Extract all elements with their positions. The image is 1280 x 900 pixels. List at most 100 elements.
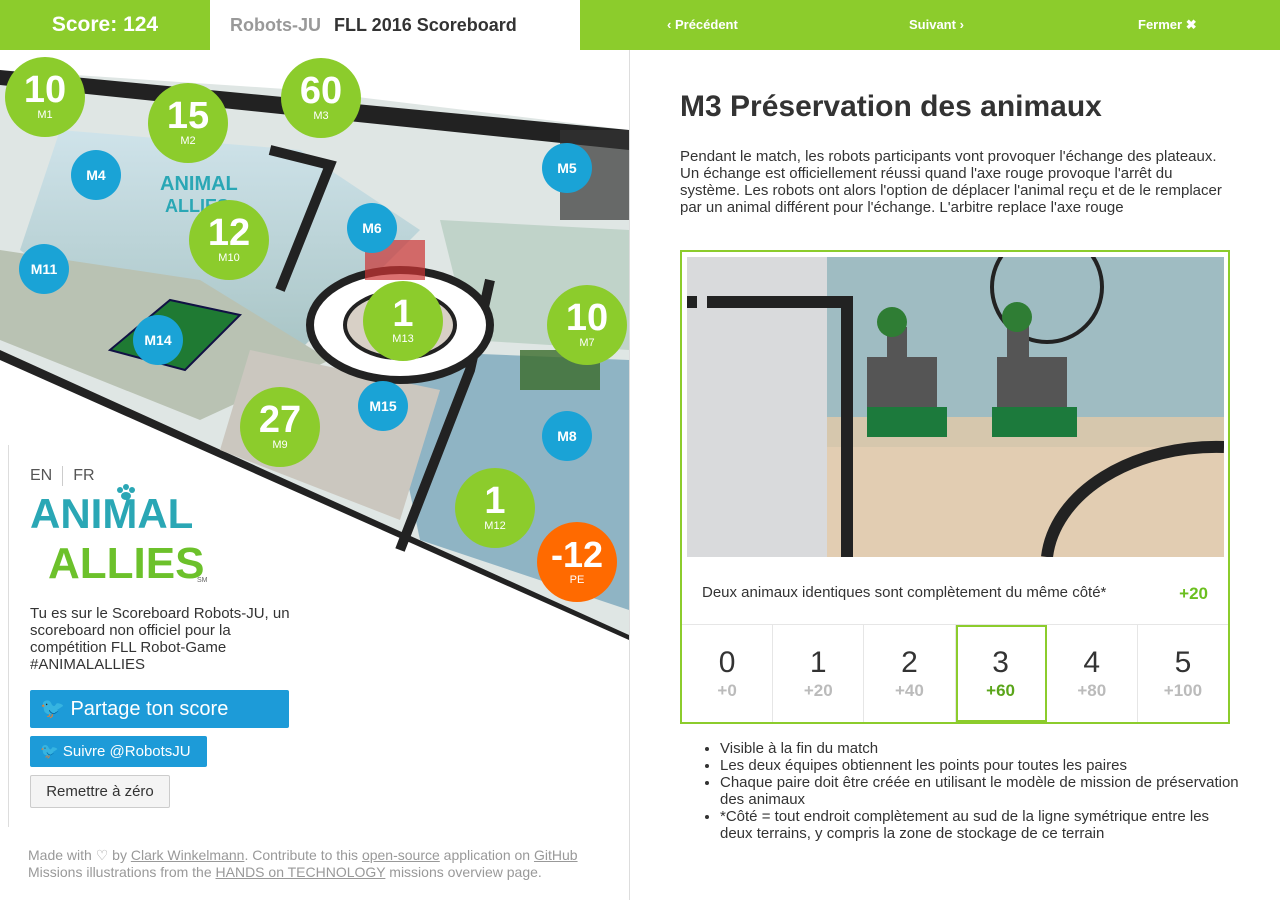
- footer-contrib: . Contribute to this: [244, 847, 359, 863]
- mission-id: M6: [362, 220, 382, 236]
- objective-points: +20: [1179, 584, 1208, 603]
- rule-item: Les deux équipes obtiennent les points p…: [720, 757, 1240, 774]
- footer-made-with: Made with: [28, 847, 92, 863]
- logo-mark: SM: [197, 577, 208, 584]
- footer-by: by: [112, 847, 127, 863]
- mission-m8-badge[interactable]: M8: [542, 411, 592, 461]
- chevron-left-icon: ‹: [667, 17, 672, 32]
- next-label: Suivant: [909, 17, 956, 32]
- mission-m11-badge[interactable]: M11: [19, 244, 69, 294]
- mission-m13-badge[interactable]: 1 M13: [363, 281, 443, 361]
- mission-rules: Visible à la fin du match Les deux équip…: [720, 740, 1240, 842]
- mission-score: 15: [166, 95, 210, 137]
- share-score-button[interactable]: 🐦 Partage ton score: [30, 690, 289, 728]
- opensource-link[interactable]: open-source: [362, 847, 440, 863]
- mission-id: M10: [218, 252, 240, 264]
- mission-m1-badge[interactable]: 10 M1: [5, 57, 85, 137]
- mission-id: M8: [557, 428, 577, 444]
- app-title: FLL 2016 Scoreboard: [334, 15, 517, 35]
- footer: Made with ♡ by Clark Winkelmann. Contrib…: [28, 847, 629, 881]
- mission-m7-badge[interactable]: 10 M7: [547, 285, 627, 365]
- mission-m10-badge[interactable]: 12 M10: [189, 200, 269, 280]
- close-button[interactable]: Fermer ✖: [1138, 0, 1197, 50]
- follow-button[interactable]: 🐦 Suivre @RobotsJU: [30, 736, 207, 767]
- close-label: Fermer: [1138, 17, 1183, 32]
- mission-score: 1: [392, 293, 414, 335]
- penalty-id: PE: [569, 574, 585, 586]
- mission-id: M14: [144, 332, 172, 348]
- mission-score: 1: [484, 480, 506, 522]
- mission-id: M15: [369, 398, 397, 414]
- mission-description: Pendant le match, les robots participant…: [680, 148, 1222, 216]
- team-name: Robots-JU: [230, 15, 321, 35]
- next-button[interactable]: Suivant ›: [909, 0, 964, 50]
- footer-app-on: application on: [443, 847, 531, 863]
- mission-m12-badge[interactable]: 1 M12: [455, 468, 535, 548]
- choice-count: 5: [1174, 646, 1192, 679]
- close-icon: ✖: [1185, 17, 1197, 32]
- svg-text:ANIMAL: ANIMAL: [160, 173, 238, 195]
- mission-m5-badge[interactable]: M5: [542, 143, 592, 193]
- rule-item: Visible à la fin du match: [720, 740, 1240, 757]
- choice-5[interactable]: 5 +100: [1138, 625, 1228, 722]
- objective-card: Deux animaux identiques sont complètemen…: [680, 250, 1230, 724]
- mission-m14-badge[interactable]: M14: [133, 315, 183, 365]
- mission-m3-badge[interactable]: 60 M3: [281, 58, 361, 138]
- reset-button[interactable]: Remettre à zéro: [30, 775, 170, 808]
- choice-points: +0: [717, 681, 737, 700]
- mission-id: M5: [557, 160, 577, 176]
- choice-4[interactable]: 4 +80: [1047, 625, 1138, 722]
- app-brand: Robots-JU FLL 2016 Scoreboard: [210, 0, 580, 50]
- mission-id: M12: [484, 520, 506, 532]
- animal-allies-logo: ANIMAL ALLIES SM: [30, 484, 208, 588]
- mission-id: M4: [86, 167, 106, 183]
- choice-count: 4: [1083, 646, 1101, 679]
- chevron-right-icon: ›: [959, 17, 964, 32]
- choice-points: +100: [1163, 681, 1203, 700]
- mission-id: M7: [579, 337, 595, 349]
- mission-id: M1: [37, 109, 53, 121]
- penalty-badge[interactable]: -12 PE: [537, 522, 617, 602]
- choice-count: 0: [718, 646, 736, 679]
- logo-line-1: ANIMAL: [30, 490, 193, 537]
- mission-m15-badge[interactable]: M15: [358, 381, 408, 431]
- follow-label: Suivre @RobotsJU: [62, 743, 191, 760]
- hands-on-technology-link[interactable]: HANDS on TECHNOLOGY: [216, 864, 386, 880]
- logo-line-2: ALLIES: [48, 539, 204, 588]
- choice-row: 0 +0 1 +20 2 +40 3 +60 4 +80 5 +100: [682, 624, 1228, 722]
- mission-m2-badge[interactable]: 15 M2: [148, 83, 228, 163]
- previous-label: Précédent: [674, 17, 738, 32]
- author-link[interactable]: Clark Winkelmann: [131, 847, 245, 863]
- mission-m4-badge[interactable]: M4: [71, 150, 121, 200]
- mission-id: M2: [180, 135, 196, 147]
- mission-score: 10: [565, 297, 609, 339]
- previous-button[interactable]: ‹ Précédent: [667, 0, 738, 50]
- left-panel: ANIMAL ALLIES 10 M1 15 M2 60 M3 M4 M5 M6…: [0, 50, 629, 900]
- mission-score: 10: [23, 69, 67, 111]
- mission-id: M3: [313, 110, 329, 122]
- objective-label: Deux animaux identiques sont complètemen…: [702, 584, 1107, 601]
- mission-id: M11: [30, 261, 58, 277]
- mission-m6-badge[interactable]: M6: [347, 203, 397, 253]
- footer-missions-from: Missions illustrations from the: [28, 864, 212, 880]
- mission-panel: M3 Préservation des animaux Pendant le m…: [630, 50, 1280, 900]
- rule-item: *Côté = tout endroit complètement au sud…: [720, 808, 1240, 842]
- choice-points: +80: [1077, 681, 1107, 700]
- choice-0[interactable]: 0 +0: [682, 625, 774, 722]
- choice-count: 1: [809, 646, 827, 679]
- choice-1[interactable]: 1 +20: [773, 625, 865, 722]
- footer-line-1: Made with ♡ by Clark Winkelmann. Contrib…: [28, 847, 629, 864]
- twitter-icon: 🐦: [40, 743, 59, 760]
- rule-item: Chaque paire doit être créée en utilisan…: [720, 774, 1240, 808]
- mission-title: M3 Préservation des animaux: [680, 90, 1102, 123]
- choice-2[interactable]: 2 +40: [864, 625, 956, 722]
- twitter-icon: 🐦: [40, 698, 65, 720]
- share-label: Partage ton score: [70, 698, 229, 720]
- intro-text: Tu es sur le Scoreboard Robots-JU, un sc…: [30, 605, 290, 673]
- mission-id: M13: [392, 333, 414, 345]
- choice-count: 2: [901, 646, 918, 679]
- mission-score: 12: [207, 212, 251, 254]
- choice-3[interactable]: 3 +60: [955, 625, 1047, 722]
- github-link[interactable]: GitHub: [534, 847, 578, 863]
- footer-line-2: Missions illustrations from the HANDS on…: [28, 864, 629, 881]
